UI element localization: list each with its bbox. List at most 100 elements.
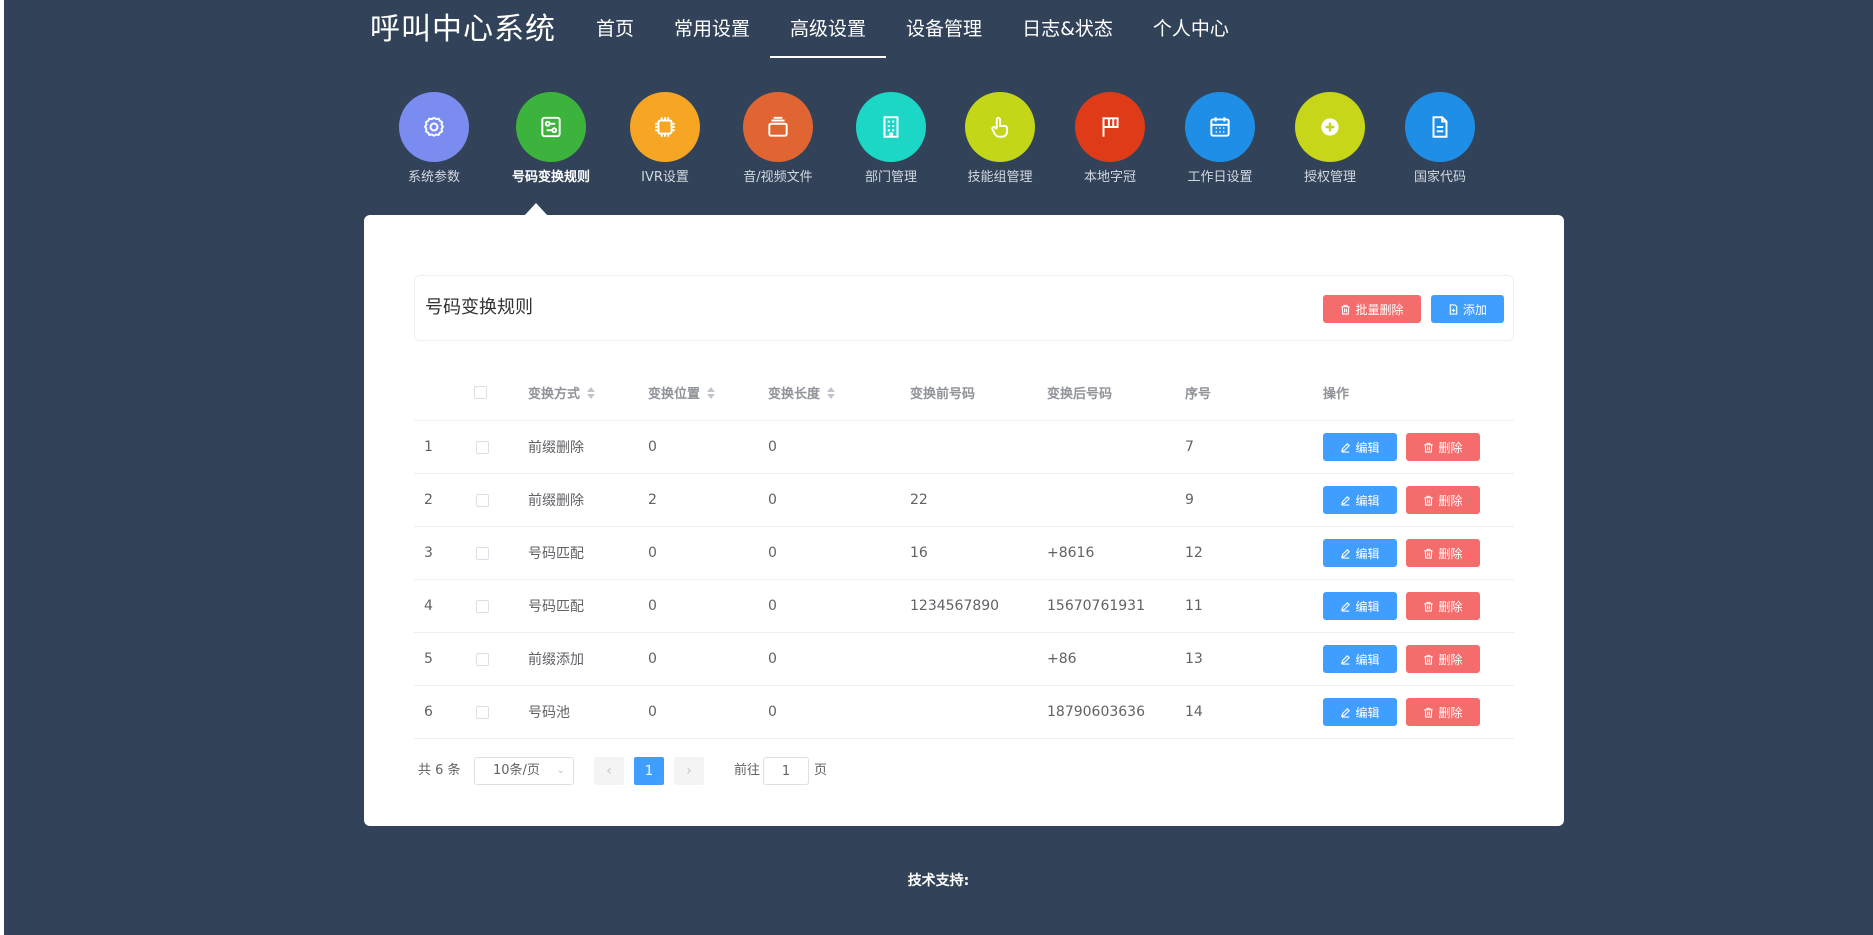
row-before: 16	[910, 545, 928, 561]
files-stack-icon	[743, 92, 813, 162]
page-size-select[interactable]: 10条/页 ⌄	[474, 757, 574, 785]
hand-pointer-icon	[965, 92, 1035, 162]
panel-title: 号码变换规则	[425, 297, 533, 318]
edit-button[interactable]: 编辑	[1323, 486, 1397, 514]
row-mode: 前缀删除	[528, 440, 584, 456]
row-position: 0	[648, 651, 657, 667]
app-title: 呼叫中心系统	[370, 12, 556, 47]
table-row: 6 号码池 0 0 18790603636 14 编辑 删除	[414, 686, 1514, 739]
select-all-cell	[474, 365, 487, 420]
subnav-item-workdays[interactable]: 工作日设置	[1160, 92, 1280, 186]
table-row: 5 前缀添加 0 0 +86 13 编辑 删除	[414, 633, 1514, 686]
pencil-icon	[1341, 654, 1351, 665]
row-checkbox[interactable]	[476, 599, 489, 613]
subnav-item-country-codes[interactable]: 国家代码	[1380, 92, 1500, 186]
subnav-label: 技能组管理	[967, 170, 1033, 185]
row-length: 0	[768, 598, 777, 614]
table-row: 3 号码匹配 0 0 16 +8616 12 编辑 删除	[414, 527, 1514, 580]
subnav-item-local-prefix[interactable]: 本地字冠	[1050, 92, 1170, 186]
row-select	[476, 686, 489, 738]
batch-delete-label: 批量删除	[1355, 302, 1404, 317]
delete-button[interactable]: 删除	[1406, 486, 1480, 514]
edit-button[interactable]: 编辑	[1323, 645, 1397, 673]
col-header-mode[interactable]: 变换方式	[528, 365, 596, 420]
row-after: 15670761931	[1047, 598, 1145, 614]
delete-button[interactable]: 删除	[1406, 698, 1480, 726]
trash-icon	[1424, 442, 1434, 453]
footer-text: 技术支持:	[907, 873, 970, 889]
edit-button[interactable]: 编辑	[1323, 433, 1397, 461]
batch-delete-button[interactable]: 批量删除	[1323, 295, 1421, 323]
trash-icon	[1341, 304, 1351, 315]
nav-advanced-settings[interactable]: 高级设置	[770, 0, 887, 60]
subnav-label: 号码变换规则	[511, 170, 590, 185]
subnav-label: 工作日设置	[1187, 170, 1253, 185]
nav-logs-status[interactable]: 日志&状态	[1002, 0, 1133, 60]
subnav-label: 本地字冠	[1083, 170, 1136, 185]
sort-caret-icon[interactable]	[707, 386, 716, 399]
delete-button[interactable]: 删除	[1406, 539, 1480, 567]
page-number-current[interactable]: 1	[634, 757, 664, 785]
row-index: 1	[424, 439, 433, 455]
row-seq: 13	[1185, 651, 1203, 667]
col-header-position[interactable]: 变换位置	[648, 365, 716, 420]
edit-button[interactable]: 编辑	[1323, 539, 1397, 567]
row-checkbox[interactable]	[476, 440, 489, 454]
col-header-before: 变换前号码	[910, 387, 976, 402]
trash-icon	[1424, 707, 1434, 718]
next-page-button[interactable]: ›	[674, 757, 704, 785]
nav-home[interactable]: 首页	[576, 0, 654, 60]
trash-icon	[1424, 548, 1434, 559]
nav-personal-center[interactable]: 个人中心	[1133, 0, 1249, 60]
nav-device-management[interactable]: 设备管理	[886, 0, 1002, 60]
delete-button[interactable]: 删除	[1406, 592, 1480, 620]
subnav-item-system-params[interactable]: 系统参数	[374, 92, 494, 186]
row-seq: 11	[1185, 598, 1203, 614]
select-all-checkbox[interactable]	[474, 386, 487, 399]
row-checkbox[interactable]	[476, 493, 489, 507]
row-checkbox[interactable]	[476, 705, 489, 719]
subnav-item-departments[interactable]: 部门管理	[831, 92, 951, 186]
gear-icon	[399, 92, 469, 162]
edit-button[interactable]: 编辑	[1323, 592, 1397, 620]
edit-button[interactable]: 编辑	[1323, 698, 1397, 726]
trash-icon	[1424, 495, 1434, 506]
prev-page-button[interactable]: ‹	[594, 757, 624, 785]
document-icon	[1405, 92, 1475, 162]
subnav-item-number-rules[interactable]: 号码变换规则	[491, 92, 611, 186]
row-length: 0	[768, 545, 777, 561]
subnav-item-media-files[interactable]: 音/视频文件	[718, 92, 838, 186]
goto-page-input[interactable]	[763, 757, 809, 785]
add-button[interactable]: 添加	[1431, 295, 1504, 323]
table-row: 4 号码匹配 0 0 1234567890 15670761931 11 编辑 …	[414, 580, 1514, 633]
flag-icon	[1075, 92, 1145, 162]
sort-caret-icon[interactable]	[827, 386, 836, 399]
table-row: 2 前缀删除 2 0 22 9 编辑 删除	[414, 474, 1514, 527]
delete-button[interactable]: 删除	[1406, 645, 1480, 673]
row-checkbox[interactable]	[476, 546, 489, 560]
row-seq: 7	[1185, 439, 1194, 455]
row-index: 5	[424, 651, 433, 667]
delete-button[interactable]: 删除	[1406, 433, 1480, 461]
table-row: 1 前缀删除 0 0 7 编辑 删除	[414, 421, 1514, 474]
row-length: 0	[768, 704, 777, 720]
sliders-card-icon	[516, 92, 586, 162]
goto-prefix: 前往	[734, 763, 761, 778]
col-header-actions: 操作	[1323, 387, 1350, 402]
subnav-label: 部门管理	[864, 170, 917, 185]
subnav-item-ivr[interactable]: IVR设置	[605, 92, 725, 186]
row-mode: 号码匹配	[528, 599, 584, 615]
sort-caret-icon[interactable]	[587, 386, 596, 399]
row-after: +8616	[1047, 545, 1095, 561]
subnav-item-skill-groups[interactable]: 技能组管理	[940, 92, 1060, 186]
row-before: 22	[910, 492, 928, 508]
col-header-length[interactable]: 变换长度	[768, 365, 836, 420]
row-checkbox[interactable]	[476, 652, 489, 666]
chevron-down-icon: ⌄	[556, 765, 565, 776]
page-size-value: 10条/页	[493, 763, 540, 778]
subnav-item-authorization[interactable]: 授权管理	[1270, 92, 1390, 186]
building-icon	[856, 92, 926, 162]
row-select	[476, 527, 489, 579]
panel-header: 号码变换规则 批量删除 添加	[414, 275, 1514, 341]
nav-common-settings[interactable]: 常用设置	[654, 0, 770, 60]
